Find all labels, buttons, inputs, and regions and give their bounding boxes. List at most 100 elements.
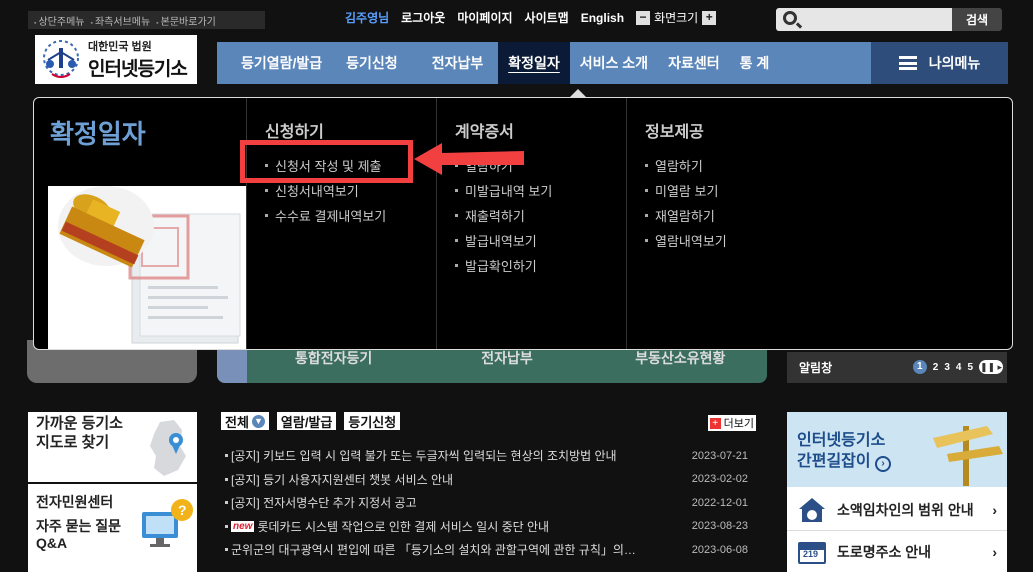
logo-text: 대한민국 법원 인터넷등기소	[88, 38, 188, 81]
tab-all[interactable]: 전체 ▼	[221, 412, 269, 430]
nav-item-e-payment[interactable]: 전자납부	[422, 42, 494, 84]
house-won-icon	[799, 498, 825, 522]
alert-page-1[interactable]: 1	[912, 360, 927, 374]
alert-pagination: 1 2 3 4 5 ❚❚ ▸	[912, 360, 1003, 374]
menu-column-apply: 신청하기 신청서 작성 및 제출 신청서내역보기 수수료 결제내역보기	[246, 98, 436, 349]
svg-text:?: ?	[178, 502, 187, 518]
news-title: [공지] 등기 사용자지원센터 챗봇 서비스 안내	[231, 472, 454, 487]
list-item[interactable]: new 롯데카드 시스템 작업으로 인한 결제 서비스 일시 중단 안내 202…	[221, 515, 756, 539]
nearby-registry-line2: 지도로 찾기	[36, 434, 110, 451]
column-heading-apply: 신청하기	[265, 124, 324, 141]
korea-map-icon	[150, 420, 186, 476]
highlight-box	[240, 140, 413, 183]
list-item[interactable]: 군위군의 대구광역시 편입에 따른 「등기소의 설치와 관할구역에 관한 규칙」…	[221, 538, 756, 562]
menu-item-re-view[interactable]: 재열람하기	[645, 203, 816, 228]
site-logo[interactable]: 대한민국 법원 인터넷등기소	[35, 35, 197, 84]
menu-item-fee-payment-history[interactable]: 수수료 결제내역보기	[265, 203, 436, 228]
more-button[interactable]: + 더보기	[707, 415, 756, 431]
nav-item-fixed-date[interactable]: 확정일자	[498, 42, 570, 84]
pause-play-button[interactable]: ❚❚ ▸	[979, 360, 1003, 374]
menu-column-info: 정보제공 열람하기 미열람 보기 재열람하기 열람내역보기	[626, 98, 816, 349]
dropdown-caret-icon	[570, 89, 586, 97]
menu-item-view-history[interactable]: 열람내역보기	[645, 228, 816, 253]
list-item[interactable]: [공지] 등기 사용자지원센터 챗봇 서비스 안내 2023-02-02	[221, 468, 756, 492]
menu-item-unviewed[interactable]: 미열람 보기	[645, 178, 816, 203]
skip-link-top-menu[interactable]: 상단주메뉴	[34, 13, 84, 28]
alert-page-4[interactable]: 4	[956, 362, 962, 373]
faq-link[interactable]: 자주 묻는 질문 Q&A	[36, 518, 121, 552]
search-input[interactable]	[776, 8, 952, 31]
news-date: 2023-08-23	[691, 520, 748, 533]
menu-item-unissued-history[interactable]: 미발급내역 보기	[455, 178, 626, 203]
arrow-right-circle-icon: ›	[875, 456, 892, 472]
more-label: 더보기	[723, 418, 754, 430]
utility-bar: 김주영님 로그아웃 마이페이지 사이트맵 English − 화면크기 +	[345, 9, 717, 26]
nav-item-data-center[interactable]: 자료센터	[658, 42, 730, 84]
column-heading-info: 정보제공	[645, 124, 704, 141]
news-title: 롯데카드 시스템 작업으로 인한 결제 서비스 일시 중단 안내	[257, 519, 550, 534]
nav-item-service-intro[interactable]: 서비스 소개	[570, 42, 658, 84]
news-title: 군위군의 대구광역시 편입에 따른 「등기소의 설치와 관할구역에 관한 규칙」…	[231, 543, 636, 558]
logo-subtitle: 대한민국 법원	[88, 41, 152, 53]
skip-links: 상단주메뉴 좌측서브메뉴 본문바로가기	[28, 11, 265, 29]
faq-line2: Q&A	[36, 535, 68, 551]
red-arrow-icon	[414, 143, 524, 175]
right-shortcut-panel: 인터넷등기소 간편길잡이 › 소액임차인의 범위 안내 › 도로명주소 안내 ›…	[787, 412, 1007, 572]
faq-monitor-icon: ?	[142, 499, 193, 547]
e-complaint-center-link[interactable]: 전자민원센터	[36, 492, 113, 512]
alert-bar: 알림창 1 2 3 4 5 ❚❚ ▸	[787, 352, 1007, 383]
road-sign-number: 219	[803, 549, 819, 559]
news-title: [공지] 키보드 입력 시 입력 불가 또는 두글자씩 입력되는 현상의 조치방…	[231, 449, 617, 464]
mypage-link[interactable]: 마이페이지	[457, 9, 512, 26]
news-tabs: 전체 ▼ 열람/발급 등기신청	[221, 412, 756, 430]
nav-item-statistics[interactable]: 통 계	[730, 42, 780, 84]
faq-line1: 자주 묻는 질문	[36, 518, 122, 534]
news-date: 2023-07-21	[691, 449, 748, 462]
menu-item-issue-verify[interactable]: 발급확인하기	[455, 253, 626, 278]
font-size-control: − 화면크기 +	[636, 9, 717, 26]
menu-item-info-view[interactable]: 열람하기	[645, 153, 816, 178]
logout-link[interactable]: 로그아웃	[401, 9, 445, 26]
my-menu-button[interactable]: 나의메뉴	[871, 42, 1008, 84]
alert-page-3[interactable]: 3	[944, 362, 950, 373]
new-badge: new	[231, 520, 255, 532]
nearby-registry-link[interactable]: 가까운 등기소 지도로 찾기	[36, 414, 123, 452]
small-tenant-range-label: 소액임차인의 범위 안내	[837, 502, 974, 518]
nearby-registry-line1: 가까운 등기소	[36, 415, 123, 432]
alert-page-2[interactable]: 2	[933, 362, 939, 373]
alert-page-5[interactable]: 5	[967, 362, 973, 373]
news-title: [공지] 전자서명수단 추가 지정서 공고	[231, 496, 417, 511]
stamp-document-illustration	[48, 186, 246, 349]
row-divider	[787, 530, 1007, 531]
search-icon	[783, 11, 797, 25]
nav-item-registry-apply[interactable]: 등기신청	[336, 42, 408, 84]
news-date: 2023-02-02	[691, 473, 748, 486]
tab-view-issue[interactable]: 열람/발급	[276, 412, 337, 430]
font-decrease-button[interactable]: −	[636, 10, 651, 25]
menu-item-reprint[interactable]: 재출력하기	[455, 203, 626, 228]
chevron-right-icon: ›	[992, 544, 997, 560]
english-link[interactable]: English	[581, 11, 624, 25]
hamburger-icon	[898, 56, 917, 70]
easy-guide-banner[interactable]: 인터넷등기소 간편길잡이 ›	[787, 412, 1007, 487]
search-button[interactable]: 검색	[952, 8, 1002, 31]
news-date: 2022-12-01	[691, 496, 748, 509]
column-heading-contract: 계약증서	[455, 124, 514, 141]
list-item[interactable]: [공지] 전자서명수단 추가 지정서 공고 2022-12-01	[221, 491, 756, 515]
list-item[interactable]: [공지] 키보드 입력 시 입력 불가 또는 두글자씩 입력되는 현상의 조치방…	[221, 444, 756, 468]
sitemap-link[interactable]: 사이트맵	[525, 9, 569, 26]
nav-item-registry-view[interactable]: 등기열람/발급	[231, 42, 332, 84]
skip-link-left-menu[interactable]: 좌측서브메뉴	[90, 13, 150, 28]
font-increase-button[interactable]: +	[702, 10, 717, 25]
plus-icon: +	[709, 417, 721, 429]
menu-item-issue-history[interactable]: 발급내역보기	[455, 228, 626, 253]
news-section: 전체 ▼ 열람/발급 등기신청 + 더보기 [공지] 키보드 입력 시 입력 불…	[221, 412, 756, 572]
chevron-down-icon: ▼	[251, 414, 265, 428]
font-size-label: 화면크기	[654, 11, 699, 25]
tab-registry-apply[interactable]: 등기신청	[344, 412, 401, 430]
road-address-link[interactable]: 도로명주소 안내 ›	[787, 532, 1007, 572]
easy-guide-text: 인터넷등기소 간편길잡이 ›	[797, 430, 892, 472]
skip-link-content[interactable]: 본문바로가기	[156, 13, 216, 28]
easy-guide-line1: 인터넷등기소	[797, 432, 886, 449]
small-tenant-range-link[interactable]: 소액임차인의 범위 안내 ›	[787, 490, 1007, 530]
